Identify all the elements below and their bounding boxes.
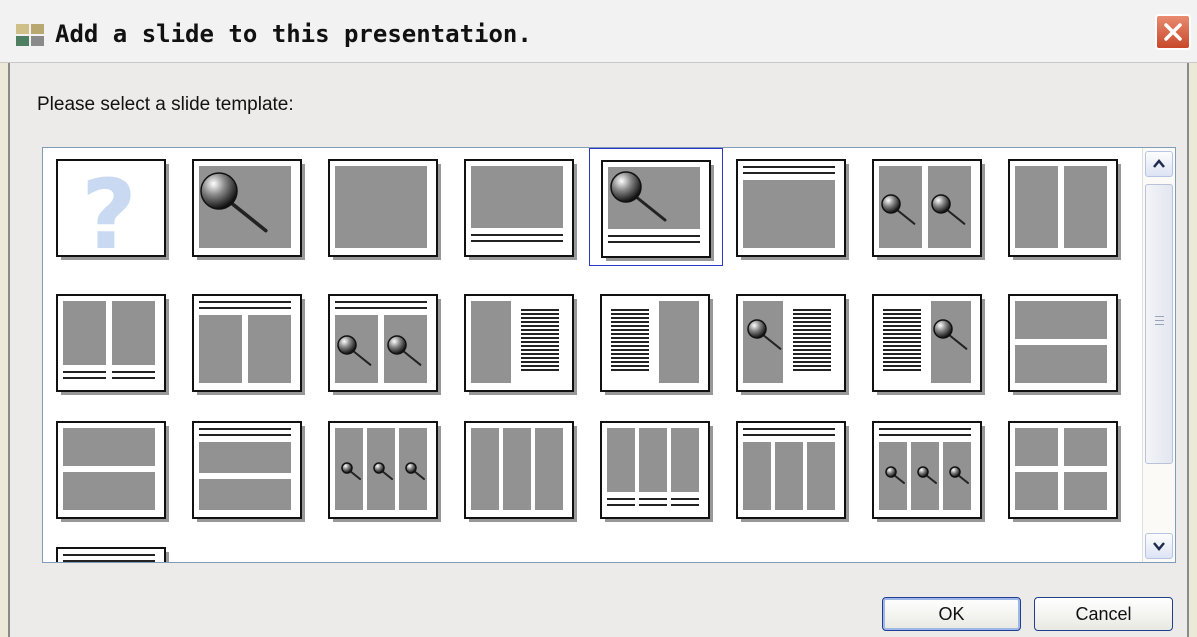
three-magnifier-icon <box>328 421 441 522</box>
text-content-icon <box>600 294 713 395</box>
template-title-with-content[interactable] <box>725 148 859 266</box>
cancel-button[interactable]: Cancel <box>1034 597 1173 631</box>
template-gallery[interactable]: ? <box>42 147 1176 563</box>
template-title-two-rows[interactable] <box>181 410 315 528</box>
template-title-two-columns[interactable] <box>181 283 315 401</box>
close-icon <box>1164 23 1182 41</box>
title-three-columns-icon <box>736 421 849 522</box>
template-content-with-caption-below[interactable] <box>453 148 587 266</box>
template-four-grid[interactable] <box>997 410 1131 528</box>
magnifier-text-icon <box>736 294 849 395</box>
scroll-thumb[interactable] <box>1145 184 1173 464</box>
template-title-only-partial[interactable] <box>45 536 179 562</box>
title-two-columns-icon <box>192 294 305 395</box>
four-grid-icon <box>1008 421 1121 522</box>
template-title-three-columns[interactable] <box>725 410 859 528</box>
template-single-content[interactable] <box>317 148 451 266</box>
template-title-three-images[interactable] <box>861 410 995 528</box>
template-image-with-caption-below[interactable] <box>589 148 723 266</box>
two-rows-icon <box>1008 294 1121 395</box>
app-icon <box>16 24 46 48</box>
template-text-left-image-right[interactable] <box>861 283 995 401</box>
title-three-magnifier-icon <box>872 421 985 522</box>
chevron-down-icon <box>1153 542 1165 551</box>
template-three-columns-with-captions[interactable] <box>589 410 723 528</box>
scroll-up-button[interactable] <box>1145 151 1173 177</box>
two-magnifier-icon <box>872 159 985 260</box>
scroll-down-button[interactable] <box>1145 533 1173 559</box>
two-columns-icon <box>1008 159 1121 260</box>
template-text-left-content-right[interactable] <box>589 283 723 401</box>
two-columns-caption-icon <box>56 294 169 395</box>
template-title-two-images[interactable] <box>317 283 451 401</box>
content-text-icon <box>464 294 577 395</box>
title-bar: Add a slide to this presentation. <box>0 0 1197 63</box>
title-only-icon <box>56 547 169 562</box>
content-caption-icon <box>464 159 577 260</box>
title-content-icon <box>736 159 849 260</box>
template-two-rows[interactable] <box>997 283 1131 401</box>
magnifier-caption-icon <box>601 160 714 261</box>
close-button[interactable] <box>1155 14 1191 50</box>
template-two-rows-alt[interactable] <box>45 410 179 528</box>
template-blank-question[interactable]: ? <box>45 148 179 266</box>
title-two-magnifier-icon <box>328 294 441 395</box>
template-image-left-text-right[interactable] <box>725 283 859 401</box>
content-block-icon <box>328 159 441 260</box>
ok-button[interactable]: OK <box>882 597 1021 631</box>
template-three-columns[interactable] <box>453 410 587 528</box>
window-title: Add a slide to this presentation. <box>55 20 532 48</box>
instruction-label: Please select a slide template: <box>37 94 294 115</box>
three-columns-icon <box>464 421 577 522</box>
template-two-images[interactable] <box>861 148 995 266</box>
three-columns-caption-icon <box>600 421 713 522</box>
vertical-scrollbar[interactable] <box>1142 148 1175 562</box>
template-three-images[interactable] <box>317 410 451 528</box>
template-single-image-magnifier[interactable] <box>181 148 315 266</box>
chevron-up-icon <box>1153 159 1165 168</box>
question-mark-icon: ? <box>56 159 169 266</box>
magnifier-image-icon <box>192 159 305 260</box>
svg-text:?: ? <box>81 159 137 266</box>
two-rows-alt-icon <box>56 421 169 522</box>
template-two-columns[interactable] <box>997 148 1131 266</box>
template-two-columns-with-captions[interactable] <box>45 283 179 401</box>
text-magnifier-icon <box>872 294 985 395</box>
title-two-rows-icon <box>192 421 305 522</box>
template-content-left-text-right[interactable] <box>453 283 587 401</box>
